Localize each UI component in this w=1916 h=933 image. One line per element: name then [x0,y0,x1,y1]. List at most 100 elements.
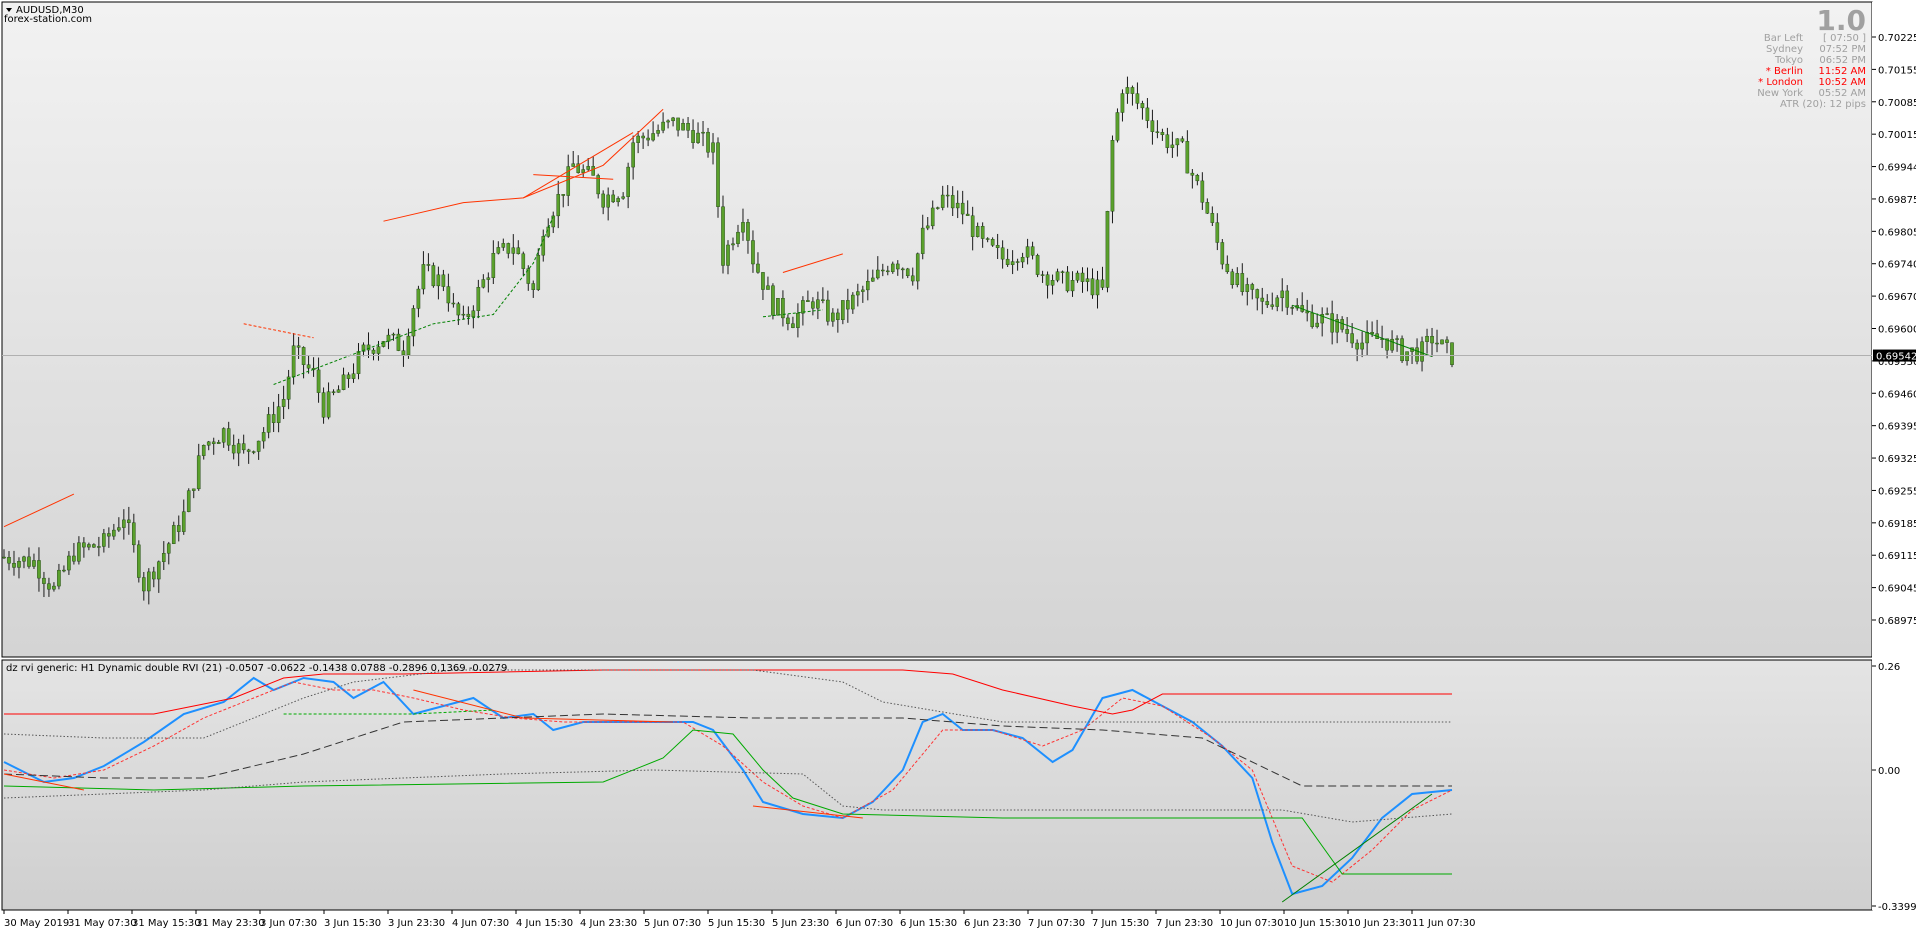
candle-body [856,291,860,296]
candle-body [1180,138,1185,142]
candle-body [716,142,720,207]
candle-body [1065,271,1070,292]
indicator-tick-label: 0.00 [1878,766,1900,777]
candle-body [821,299,825,301]
candle-body [431,265,436,287]
chart-svg[interactable]: 0.70225 0.70155 0.70085 0.70015 0.69944 0.698… [0,0,1916,933]
candle-body [1425,336,1429,342]
candle-body [686,123,690,131]
candle-body [1070,279,1075,292]
candle-body [1205,202,1210,214]
candle-body [146,571,151,592]
candle-body [721,206,725,266]
candle-body [381,341,386,347]
candle-body [1405,351,1409,362]
candle-body [1330,313,1334,333]
candle-body [1145,107,1150,121]
candle-body [676,117,680,131]
candle-body [231,444,236,454]
candle-body [985,238,990,240]
time-tick-label: 5 Jun 23:30 [772,918,829,929]
candle-body [1440,339,1444,345]
candle-body [201,445,206,456]
candle-body [841,300,845,320]
candle-body [970,215,975,237]
candle-body [1120,93,1125,113]
candle-body [122,519,126,528]
candle-body [611,194,615,203]
candle-body [621,196,625,199]
candle-body [656,130,660,134]
candle-body [691,130,695,143]
candle-body [1245,284,1250,292]
candle-body [1400,338,1404,362]
candle-body [326,391,331,418]
candle-body [1210,213,1215,223]
candle-body [276,406,281,423]
candle-body [741,222,745,233]
candle-body [905,268,910,277]
session-time: 10:52 AM [1819,77,1866,88]
candle-body [451,302,456,305]
candle-body [1305,311,1309,314]
candle-body [1280,290,1285,299]
candle-body [37,560,41,579]
candle-body [1055,271,1060,281]
candle-body [1370,331,1374,334]
candle-body [191,488,196,491]
indicator-panel[interactable] [1,659,1873,911]
candle-body [426,264,431,266]
session-label: New York [1757,88,1803,99]
candle-body [221,428,226,443]
candle-body [930,207,935,227]
candle-body [1135,93,1140,104]
candle-body [137,544,141,578]
candle-body [196,455,201,490]
candle-body [511,247,516,254]
candle-body [351,373,356,379]
candle-body [601,193,605,208]
candle-body [1270,304,1275,307]
candle-body [456,303,461,316]
time-tick-label: 3 Jun 15:30 [324,918,381,929]
time-tick-label: 10 Jun 23:30 [1348,918,1412,929]
candle-body [156,561,161,580]
time-tick-label: 6 Jun 15:30 [900,918,957,929]
candle-body [1130,87,1135,94]
candle-body [1075,272,1080,281]
candle-body [831,312,835,322]
candle-body [801,300,805,314]
candle-body [401,350,406,356]
price-tick-label: 0.69185 [1878,519,1916,530]
candle-body [616,198,620,203]
candle-body [1390,338,1394,351]
candle-body [1355,342,1359,350]
main-price-panel[interactable] [1,1,1873,658]
candle-body [935,207,940,209]
candle-body [1275,297,1280,307]
candle-body [67,555,71,571]
candle-body [581,169,585,173]
price-tick-label: 0.69395 [1878,422,1916,433]
candle-body [816,299,820,309]
candle-body [516,247,521,255]
candle-body [436,274,441,287]
candle-body [995,245,1000,248]
candle-body [17,561,21,568]
time-tick-label: 5 Jun 07:30 [644,918,701,929]
candle-body [915,253,920,282]
candle-body [726,244,730,266]
candle-body [751,240,755,265]
candle-body [271,414,276,423]
candle-body [421,264,426,290]
candle-body [945,194,950,197]
candle-body [571,163,576,167]
candle-body [925,225,930,229]
candle-body [47,583,51,590]
candle-body [1100,279,1105,288]
session-time: 05:52 AM [1819,88,1866,99]
session-label: Tokyo [1774,55,1803,66]
time-tick-label: 7 Jun 23:30 [1156,918,1213,929]
candle-body [446,286,451,304]
price-tick-label: 0.70155 [1878,65,1916,76]
